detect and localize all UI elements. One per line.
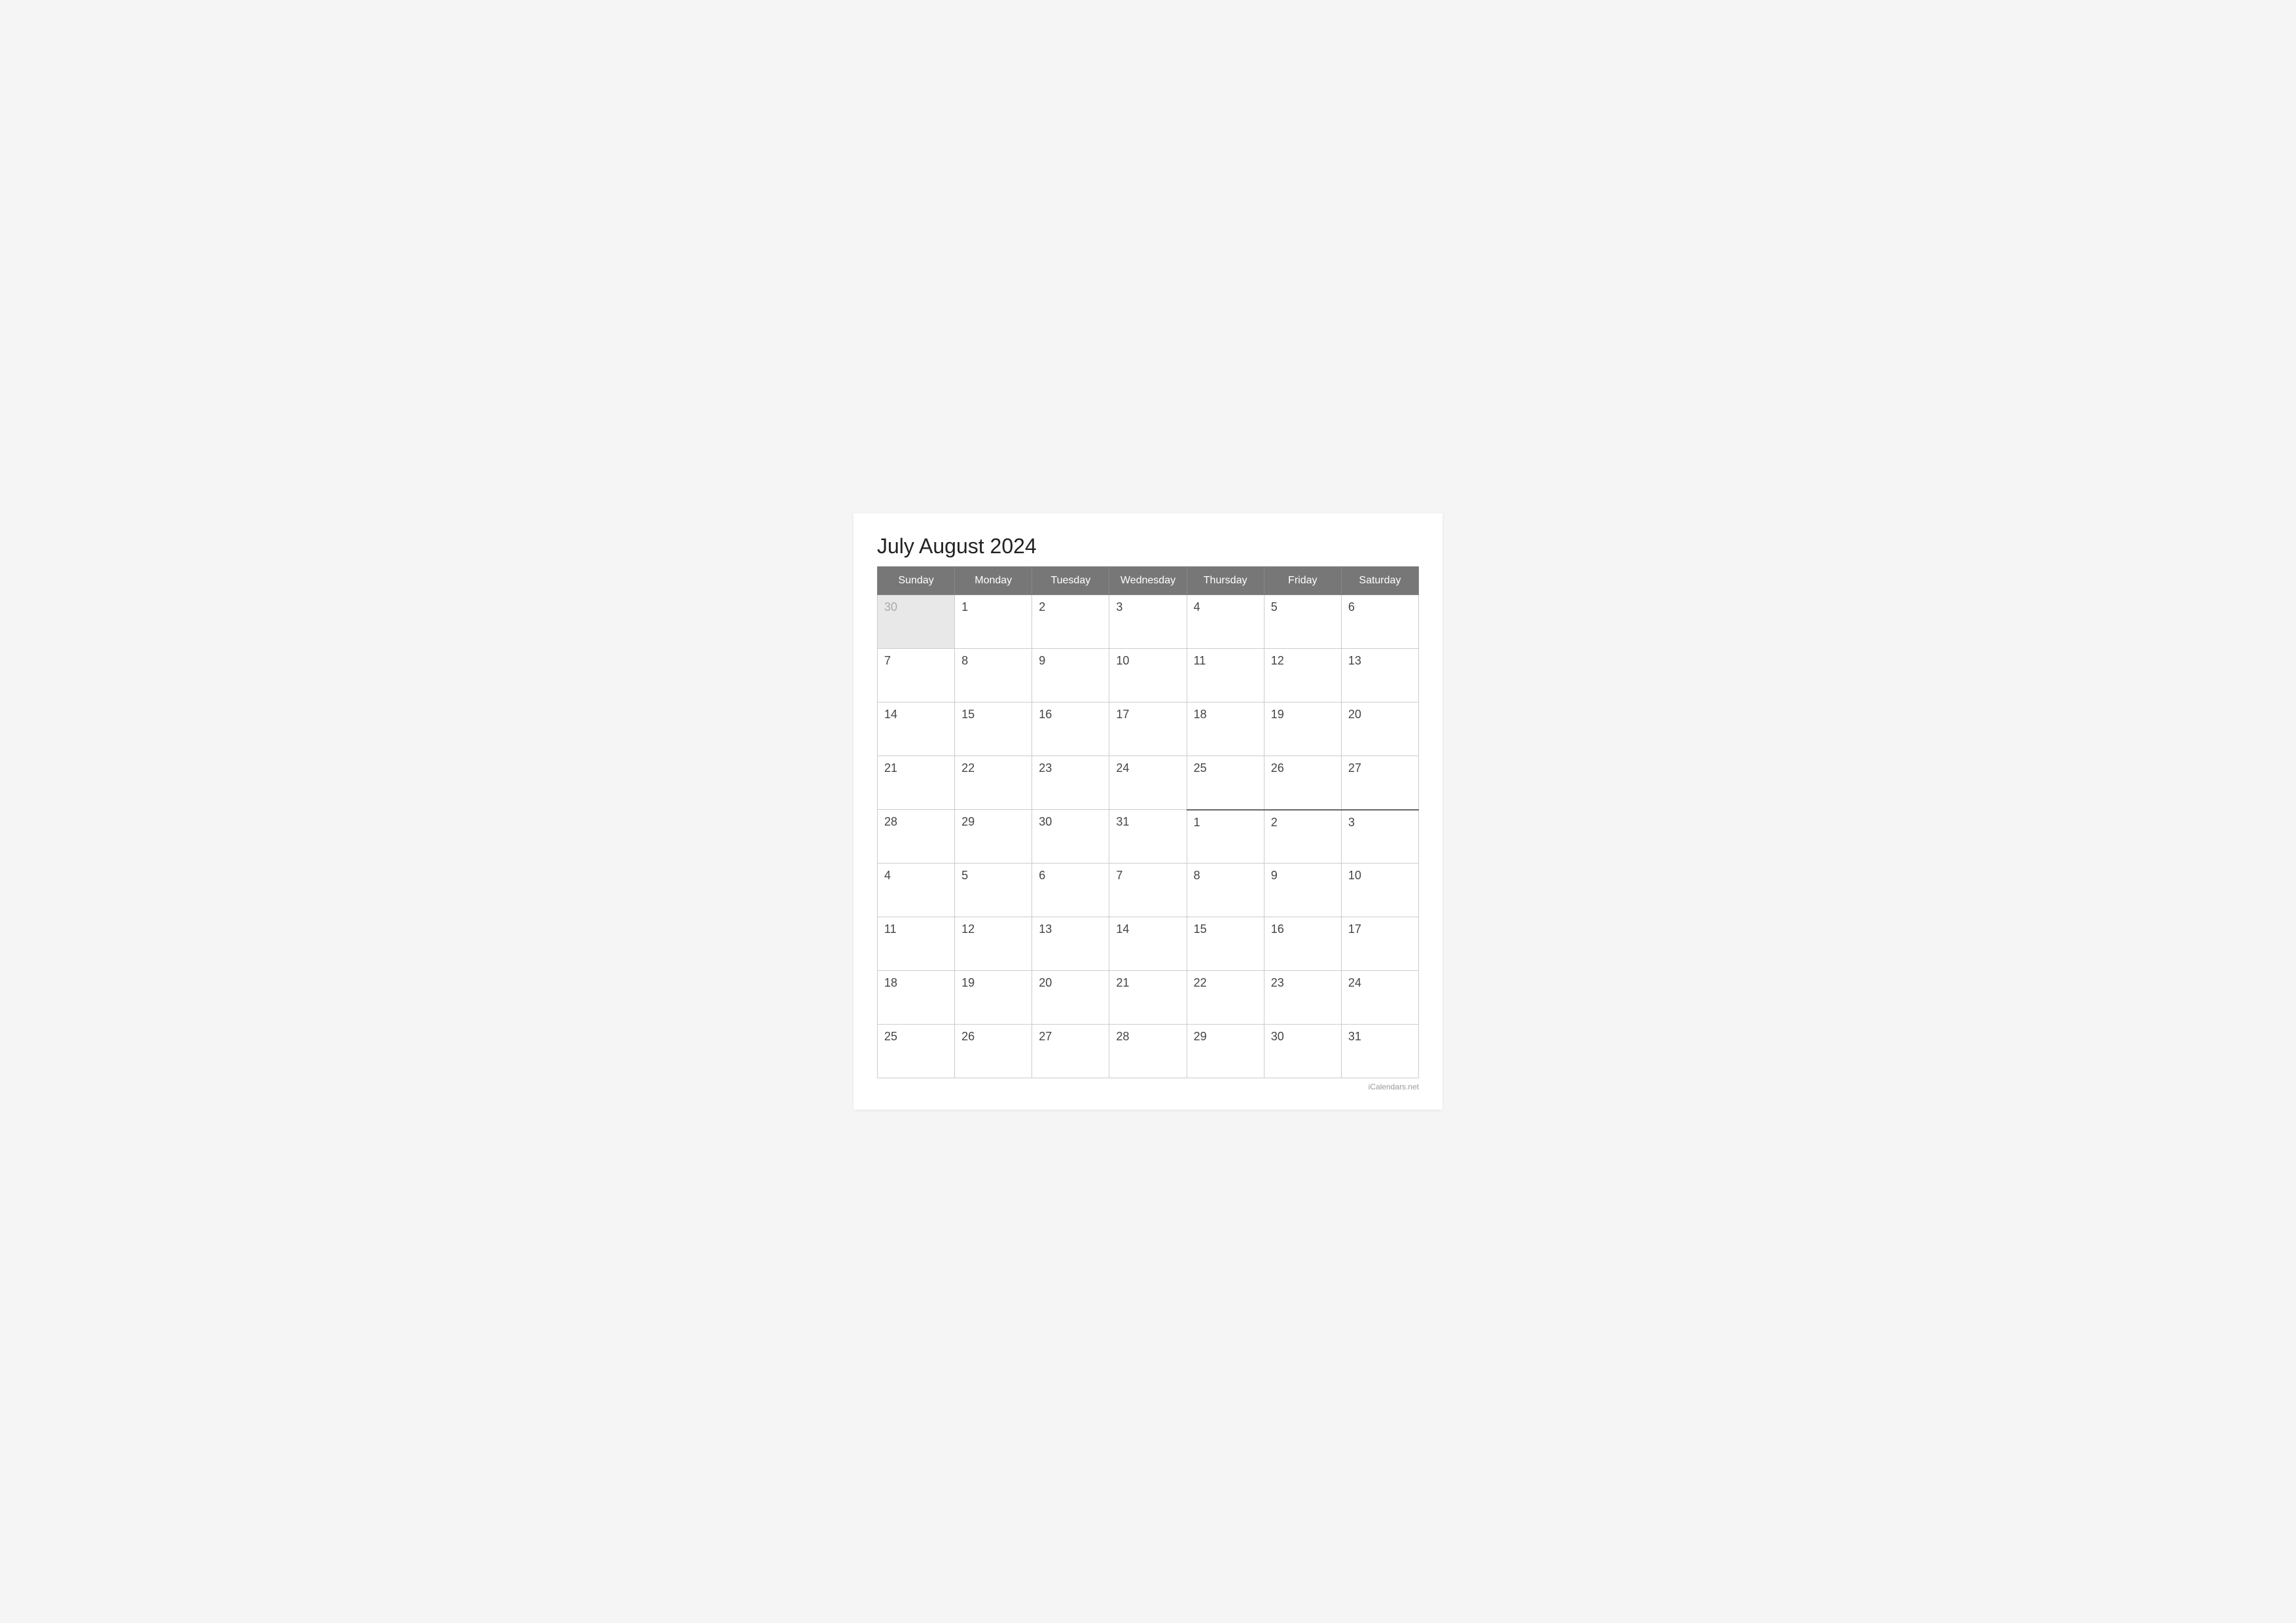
header-cell-friday: Friday bbox=[1264, 567, 1341, 595]
header-cell-monday: Monday bbox=[955, 567, 1032, 595]
calendar-day: 14 bbox=[878, 702, 955, 756]
week-row: 45678910 bbox=[878, 864, 1419, 917]
calendar-day: 22 bbox=[955, 756, 1032, 810]
calendar-day: 30 bbox=[1264, 1025, 1341, 1078]
calendar-day: 29 bbox=[955, 810, 1032, 864]
calendar-day: 30 bbox=[878, 595, 955, 649]
calendar-day: 18 bbox=[878, 971, 955, 1025]
calendar-day: 7 bbox=[878, 649, 955, 702]
calendar-day: 13 bbox=[1341, 649, 1418, 702]
calendar-day: 31 bbox=[1109, 810, 1187, 864]
calendar-day: 8 bbox=[955, 649, 1032, 702]
calendar-day: 21 bbox=[878, 756, 955, 810]
calendar-day: 30 bbox=[1032, 810, 1109, 864]
week-row: 25262728293031 bbox=[878, 1025, 1419, 1078]
week-row: 11121314151617 bbox=[878, 917, 1419, 971]
calendar-day: 20 bbox=[1341, 702, 1418, 756]
calendar-day: 11 bbox=[1187, 649, 1264, 702]
calendar-day: 6 bbox=[1032, 864, 1109, 917]
calendar-day: 5 bbox=[955, 864, 1032, 917]
calendar-day: 9 bbox=[1264, 864, 1341, 917]
header-row: SundayMondayTuesdayWednesdayThursdayFrid… bbox=[878, 567, 1419, 595]
calendar-day: 5 bbox=[1264, 595, 1341, 649]
week-row: 78910111213 bbox=[878, 649, 1419, 702]
calendar-day: 31 bbox=[1341, 1025, 1418, 1078]
calendar-container: July August 2024 SundayMondayTuesdayWedn… bbox=[853, 513, 1443, 1110]
header-cell-tuesday: Tuesday bbox=[1032, 567, 1109, 595]
calendar-day: 14 bbox=[1109, 917, 1187, 971]
calendar-day: 11 bbox=[878, 917, 955, 971]
header-cell-sunday: Sunday bbox=[878, 567, 955, 595]
calendar-footer: iCalendars.net bbox=[877, 1082, 1419, 1091]
calendar-day: 15 bbox=[955, 702, 1032, 756]
calendar-day: 27 bbox=[1032, 1025, 1109, 1078]
calendar-table: SundayMondayTuesdayWednesdayThursdayFrid… bbox=[877, 566, 1419, 1078]
calendar-day: 3 bbox=[1109, 595, 1187, 649]
calendar-day: 13 bbox=[1032, 917, 1109, 971]
calendar-day: 3 bbox=[1341, 810, 1418, 864]
calendar-day: 23 bbox=[1032, 756, 1109, 810]
header-cell-wednesday: Wednesday bbox=[1109, 567, 1187, 595]
calendar-day: 25 bbox=[1187, 756, 1264, 810]
calendar-header: SundayMondayTuesdayWednesdayThursdayFrid… bbox=[878, 567, 1419, 595]
calendar-day: 28 bbox=[1109, 1025, 1187, 1078]
calendar-day: 12 bbox=[1264, 649, 1341, 702]
calendar-day: 19 bbox=[1264, 702, 1341, 756]
week-row: 18192021222324 bbox=[878, 971, 1419, 1025]
calendar-title: July August 2024 bbox=[877, 534, 1419, 558]
calendar-day: 8 bbox=[1187, 864, 1264, 917]
calendar-day: 23 bbox=[1264, 971, 1341, 1025]
calendar-day: 12 bbox=[955, 917, 1032, 971]
calendar-day: 26 bbox=[1264, 756, 1341, 810]
calendar-day: 24 bbox=[1341, 971, 1418, 1025]
calendar-day: 21 bbox=[1109, 971, 1187, 1025]
calendar-day: 19 bbox=[955, 971, 1032, 1025]
calendar-day: 17 bbox=[1109, 702, 1187, 756]
calendar-day: 18 bbox=[1187, 702, 1264, 756]
calendar-day: 4 bbox=[1187, 595, 1264, 649]
week-row: 30123456 bbox=[878, 595, 1419, 649]
calendar-day: 6 bbox=[1341, 595, 1418, 649]
calendar-day: 2 bbox=[1264, 810, 1341, 864]
week-row: 14151617181920 bbox=[878, 702, 1419, 756]
calendar-day: 10 bbox=[1341, 864, 1418, 917]
calendar-day: 25 bbox=[878, 1025, 955, 1078]
calendar-day: 28 bbox=[878, 810, 955, 864]
calendar-day: 1 bbox=[1187, 810, 1264, 864]
calendar-day: 2 bbox=[1032, 595, 1109, 649]
calendar-day: 4 bbox=[878, 864, 955, 917]
calendar-day: 1 bbox=[955, 595, 1032, 649]
calendar-day: 15 bbox=[1187, 917, 1264, 971]
week-row: 28293031123 bbox=[878, 810, 1419, 864]
calendar-body: 3012345678910111213141516171819202122232… bbox=[878, 595, 1419, 1078]
calendar-day: 26 bbox=[955, 1025, 1032, 1078]
week-row: 21222324252627 bbox=[878, 756, 1419, 810]
calendar-day: 9 bbox=[1032, 649, 1109, 702]
calendar-day: 27 bbox=[1341, 756, 1418, 810]
calendar-day: 17 bbox=[1341, 917, 1418, 971]
calendar-day: 16 bbox=[1264, 917, 1341, 971]
calendar-day: 7 bbox=[1109, 864, 1187, 917]
header-cell-saturday: Saturday bbox=[1341, 567, 1418, 595]
calendar-day: 20 bbox=[1032, 971, 1109, 1025]
calendar-day: 10 bbox=[1109, 649, 1187, 702]
calendar-day: 29 bbox=[1187, 1025, 1264, 1078]
calendar-day: 22 bbox=[1187, 971, 1264, 1025]
calendar-day: 16 bbox=[1032, 702, 1109, 756]
header-cell-thursday: Thursday bbox=[1187, 567, 1264, 595]
calendar-day: 24 bbox=[1109, 756, 1187, 810]
